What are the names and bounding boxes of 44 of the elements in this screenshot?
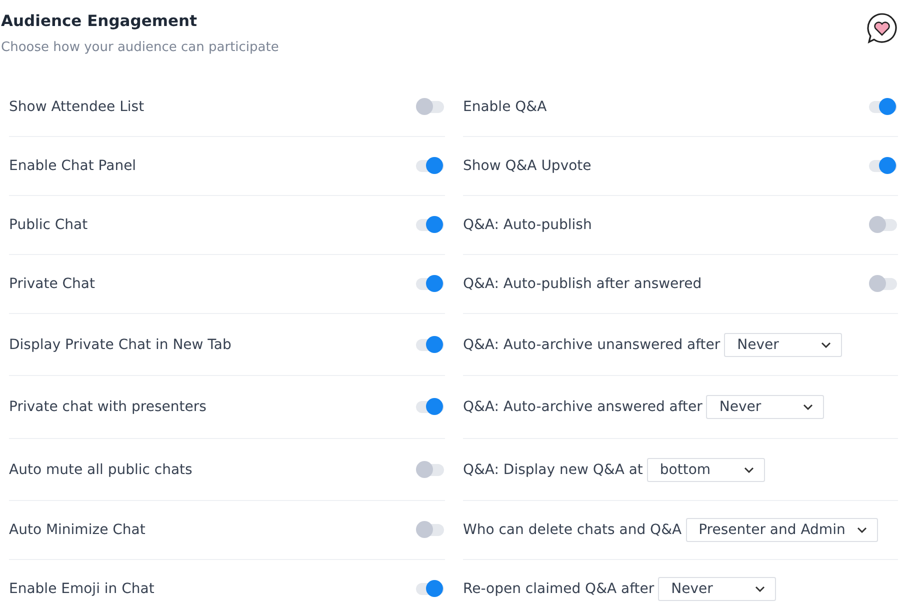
dropdown-select[interactable]: Never [658,577,776,601]
toggle-switch[interactable] [416,524,444,536]
setting-label: Show Q&A Upvote [463,158,592,174]
setting-label: Q&A: Auto-publish [463,217,592,233]
chevron-icon [803,404,814,410]
setting-label: Q&A: Auto-publish after answered [463,276,702,292]
chevron-icon [744,466,754,472]
chevron-icon [755,586,766,592]
dropdown-select[interactable]: Never [706,395,824,419]
chevron-icon [821,342,832,348]
dropdown-select[interactable]: Presenter and Admin [686,518,878,542]
setting-label: Enable Chat Panel [9,158,136,174]
chevron-icon [857,527,868,533]
setting-label: Display Private Chat in New Tab [9,336,232,352]
toggle-switch[interactable] [869,101,897,113]
setting-label: Q&A: Auto-archive answered after [463,399,702,415]
setting-label: Q&A: Display new Q&A at [463,462,643,478]
section-title: Audience Engagement [1,12,198,30]
setting-label: Private Chat [9,276,95,292]
dropdown-select[interactable]: bottom [646,458,765,482]
toggle-switch[interactable] [416,583,444,595]
setting-label: Enable Q&A [463,99,547,115]
setting-label: Enable Emoji in Chat [9,581,154,597]
setting-label: Public Chat [9,217,88,233]
toggle-switch[interactable] [416,101,444,113]
toggle-switch[interactable] [869,160,897,172]
toggle-switch[interactable] [416,278,444,290]
section-subtitle: Choose how your audience can participate [1,40,279,55]
setting-label: Auto mute all public chats [9,462,192,478]
toggle-switch[interactable] [869,219,897,231]
setting-label: Auto Minimize Chat [9,522,146,538]
heart-chat-icon [866,12,898,44]
toggle-switch[interactable] [416,219,444,231]
setting-label: Private chat with presenters [9,399,206,415]
setting-label: Re-open claimed Q&A after [463,581,654,597]
toggle-switch[interactable] [416,160,444,172]
setting-label: Who can delete chats and Q&A [463,522,682,538]
setting-label: Show Attendee List [9,99,144,115]
toggle-switch[interactable] [416,401,444,413]
toggle-switch[interactable] [416,464,444,476]
toggle-switch[interactable] [869,278,897,290]
dropdown-select[interactable]: Never [724,332,842,356]
toggle-switch[interactable] [416,338,444,350]
setting-label: Q&A: Auto-archive unanswered after [463,336,720,352]
